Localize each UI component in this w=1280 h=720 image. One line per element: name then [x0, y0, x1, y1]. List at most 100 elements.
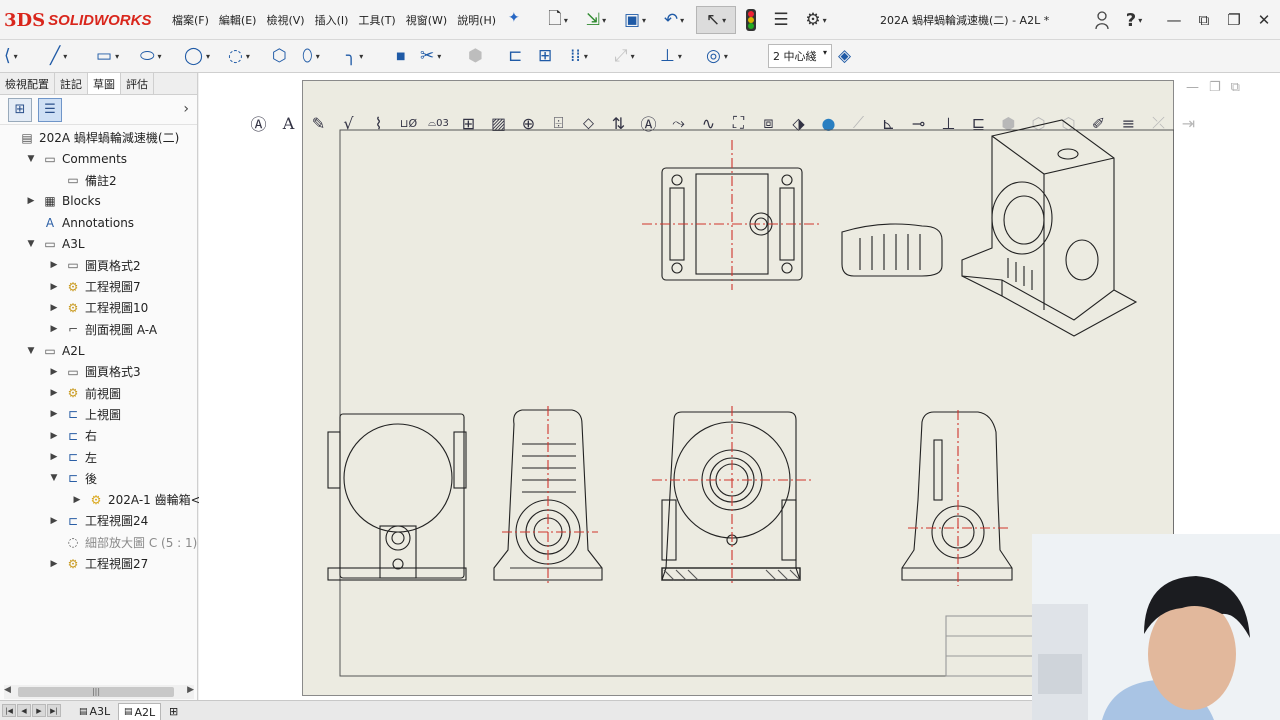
sketch-tools-icon[interactable]: ⇥	[1176, 111, 1201, 136]
prev-sheet-icon[interactable]: ◀	[17, 704, 31, 717]
tree-item[interactable]: ▶ ⚙ 前視圖	[48, 383, 121, 404]
collapse-icon[interactable]: ▼	[25, 239, 37, 249]
scroll-right-icon[interactable]: ▶	[187, 685, 194, 695]
tree-item[interactable]: ▶ ⚙ 工程視圖27	[48, 553, 149, 574]
file-properties-icon[interactable]: ☰	[768, 6, 794, 34]
tree-item[interactable]: ▤ 202A 蝸桿蝸輪減速機(二)	[2, 127, 179, 148]
collapse-icon[interactable]: ▼	[25, 154, 37, 164]
tree-item[interactable]: A Annotations	[25, 212, 134, 233]
property-manager-icon[interactable]: ☰	[38, 97, 62, 122]
graphics-minimize-icon[interactable]: —	[1186, 80, 1199, 95]
expand-icon[interactable]: ▶	[48, 367, 60, 377]
fillet-tool-icon[interactable]: ╮ ▾	[346, 43, 363, 69]
tree-item[interactable]: ▭ 備註2	[48, 170, 116, 191]
move-entities-icon[interactable]: ⤢ ▾	[614, 43, 635, 69]
arc-tool-icon[interactable]: ◌ ▾	[228, 43, 250, 69]
tab-evaluate[interactable]: 評估	[121, 73, 154, 94]
menu-file[interactable]: 檔案(F)	[172, 12, 209, 28]
expand-icon[interactable]: ▶	[48, 388, 60, 398]
maximize-icon[interactable]: ❐	[1220, 8, 1248, 32]
minimize-icon[interactable]: —	[1160, 8, 1188, 32]
repair-sketch-icon[interactable]: ◎ ▾	[706, 43, 728, 69]
tree-item[interactable]: ▶ ⚙ 工程視圖7	[48, 276, 141, 297]
user-icon[interactable]	[1088, 8, 1116, 32]
layer-properties-icon[interactable]: ◈	[838, 43, 851, 69]
tree-item[interactable]: ▼ ▭ A3L	[25, 234, 85, 255]
tree-horizontal-scrollbar[interactable]: ◀ ||| ▶	[4, 685, 194, 699]
expand-icon[interactable]: ▶	[48, 260, 60, 270]
left-view-drawing[interactable]	[901, 410, 1013, 586]
tree-item[interactable]: ▶ ⚙ 工程視圖10	[48, 297, 149, 318]
expand-icon[interactable]: ▶	[71, 495, 83, 505]
options-gear-icon[interactable]: ⚙ ▾	[796, 6, 836, 34]
undo-icon[interactable]: ↶ ▾	[656, 6, 692, 34]
help-icon[interactable]: ? ▾	[1120, 8, 1148, 32]
circle-tool-icon[interactable]: ◯ ▾	[184, 43, 210, 69]
solidworks-logo[interactable]: 3DS SOLIDWORKS	[4, 8, 151, 32]
save-icon[interactable]: ▣ ▾	[617, 6, 653, 34]
tree-item[interactable]: ▶ ⊏ 上視圖	[48, 404, 121, 425]
text-icon[interactable]: A	[276, 111, 301, 136]
centerline-select[interactable]: 2 中心綫 ▾	[768, 44, 832, 68]
trim-entities-icon[interactable]: ✂ ▾	[420, 43, 441, 69]
sheet-tab-a2l[interactable]: ▤ A2L	[118, 703, 162, 720]
tree-item[interactable]: ▶ ▦ Blocks	[25, 191, 101, 212]
tree-item[interactable]: ▶ ▭ 圖頁格式2	[48, 255, 141, 276]
close-icon[interactable]: ✕	[1250, 8, 1278, 32]
fin-detail-drawing[interactable]	[841, 223, 943, 277]
tree-item[interactable]: ▼ ▭ A2L	[25, 340, 85, 361]
first-sheet-icon[interactable]: |◀	[2, 704, 16, 717]
collapse-icon[interactable]: ▼	[25, 346, 37, 356]
section-view-drawing[interactable]	[652, 406, 812, 586]
last-sheet-icon[interactable]: ▶|	[47, 704, 61, 717]
pin-menu-icon[interactable]: ✦	[508, 10, 520, 26]
add-sheet-icon[interactable]: ⊞	[164, 703, 183, 720]
new-document-icon[interactable]: 🗋 ▾	[540, 6, 576, 34]
tab-view-layout[interactable]: 檢視配置	[0, 73, 55, 94]
front-view-drawing[interactable]	[327, 413, 467, 581]
expand-icon[interactable]: ▶	[25, 196, 37, 206]
tree-item[interactable]: ▼ ▭ Comments	[25, 148, 128, 169]
display-relations-icon[interactable]: ⊥ ▾	[660, 43, 682, 69]
offset-entities-icon[interactable]: ⊏	[508, 43, 522, 69]
tree-item[interactable]: ▶ ⊏ 右	[48, 425, 97, 446]
open-icon[interactable]: ⇲ ▾	[578, 6, 614, 34]
next-sheet-icon[interactable]: ▶	[32, 704, 46, 717]
sheet-tab-a3l[interactable]: ▤ A3L	[74, 703, 115, 720]
select-pointer-icon[interactable]: ↖ ▾	[696, 6, 736, 34]
right-view-drawing[interactable]	[493, 406, 603, 586]
expand-icon[interactable]: ▶	[48, 303, 60, 313]
tree-item[interactable]: ▶ ⚙ 202A-1 齒輪箱<11	[71, 489, 216, 510]
expand-icon[interactable]: ▶	[48, 452, 60, 462]
rectangle-tool-icon[interactable]: ▭ ▾	[96, 43, 119, 69]
rebuild-traffic-light-icon[interactable]	[740, 6, 762, 34]
tree-item[interactable]: ▶ ▭ 圖頁格式3	[48, 361, 141, 382]
collapse-icon[interactable]: ▼	[48, 473, 60, 483]
expand-icon[interactable]: ▶	[48, 431, 60, 441]
slot-tool-icon[interactable]: ⬭ ▾	[140, 43, 162, 69]
expand-icon[interactable]: ▶	[48, 559, 60, 569]
linear-pattern-icon[interactable]: ⁞⁞ ▾	[570, 43, 588, 69]
menu-insert[interactable]: 插入(I)	[315, 12, 349, 28]
line-tool-icon[interactable]: ╱ ▾	[50, 43, 67, 69]
graphics-maximize-icon[interactable]: ⧉	[1231, 80, 1240, 95]
tree-item[interactable]: ◌ 細部放大圖 C (5 : 1)	[48, 532, 198, 553]
polygon-tool-icon[interactable]: ⬡	[272, 43, 287, 69]
convert-entities-icon[interactable]: ⬢	[468, 43, 483, 69]
menu-view[interactable]: 檢視(V)	[266, 12, 304, 28]
tree-item[interactable]: ▶ ⊏ 左	[48, 447, 97, 468]
smart-dimension-icon[interactable]: ⟨ ▾	[4, 43, 18, 69]
note-icon[interactable]: Ⓐ	[246, 111, 271, 136]
mirror-entities-icon[interactable]: ⊞	[538, 43, 552, 69]
point-tool-icon[interactable]: ■	[396, 43, 405, 69]
expand-icon[interactable]: ▶	[48, 409, 60, 419]
chevron-right-icon[interactable]: ›	[183, 101, 189, 117]
tab-sketch[interactable]: 草圖	[88, 73, 121, 94]
top-view-drawing[interactable]	[642, 140, 822, 290]
restore-icon[interactable]: ⧉	[1190, 8, 1218, 32]
scrollbar-thumb[interactable]: |||	[18, 687, 174, 697]
ellipse-tool-icon[interactable]: ⬯ ▾	[302, 43, 320, 69]
tree-item[interactable]: ▶ ⌐ 剖面視圖 A-A	[48, 319, 158, 340]
expand-icon[interactable]: ▶	[48, 516, 60, 526]
graphics-restore-icon[interactable]: ❐	[1209, 80, 1221, 95]
